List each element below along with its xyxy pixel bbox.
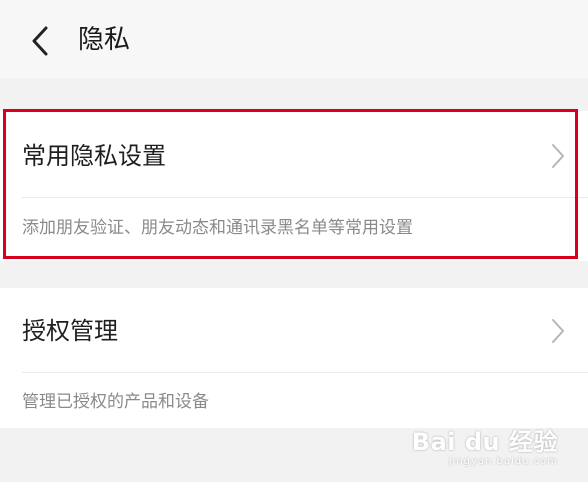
- common-privacy-settings-label: 常用隐私设置: [22, 142, 166, 170]
- watermark-url: jingyan.baidu.com: [448, 456, 558, 467]
- authorization-management-label: 授权管理: [22, 317, 118, 345]
- back-button[interactable]: [24, 22, 58, 60]
- authorization-management-description: 管理已授权的产品和设备: [22, 392, 209, 412]
- authorization-management-item[interactable]: 授权管理 管理已授权的产品和设备: [0, 288, 588, 428]
- common-privacy-settings-description: 添加朋友验证、朋友动态和通讯录黑名单等常用设置: [22, 218, 413, 238]
- common-privacy-settings-item[interactable]: 常用隐私设置 添加朋友验证、朋友动态和通讯录黑名单等常用设置: [0, 111, 588, 261]
- top-nav-bar: 隐私: [0, 0, 588, 78]
- chevron-right-icon: [552, 144, 564, 168]
- divider: [22, 197, 588, 198]
- baidu-jingyan-watermark: Bai du 经验 jingyan.baidu.com: [412, 428, 558, 468]
- chevron-right-icon: [552, 319, 564, 343]
- watermark-logo: Bai du 经验: [411, 428, 558, 456]
- page-title: 隐私: [78, 25, 131, 55]
- chevron-left-icon: [32, 26, 48, 56]
- divider: [22, 372, 588, 373]
